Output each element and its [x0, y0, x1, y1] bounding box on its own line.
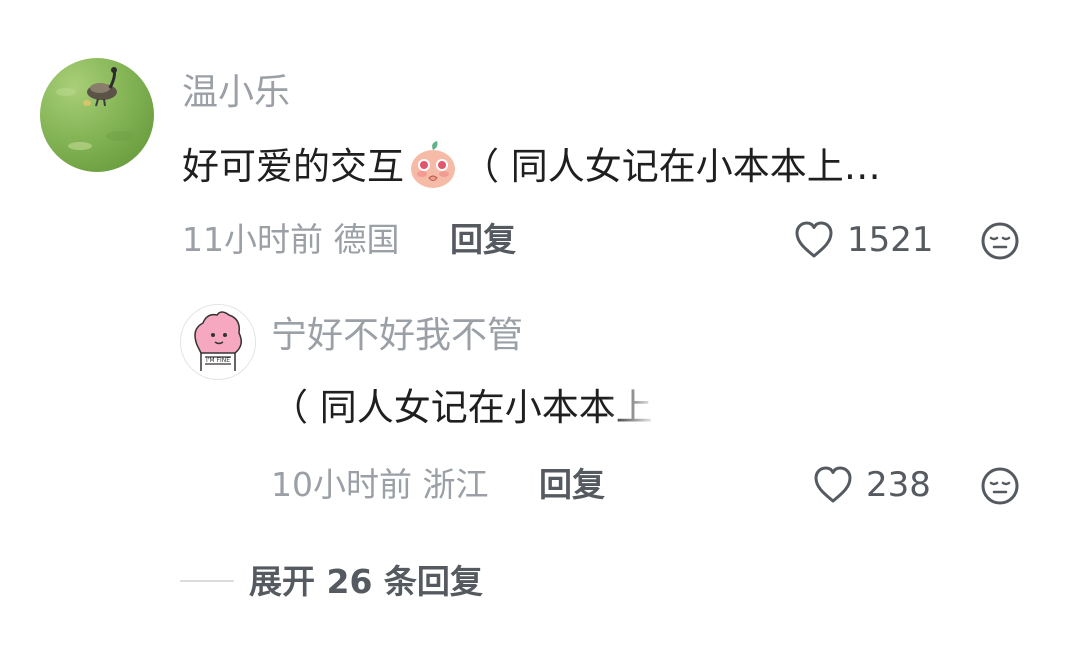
reply-dislike-face-icon[interactable]	[979, 465, 1021, 507]
reply-username[interactable]: 宁好不好我不管	[271, 316, 523, 356]
reply-like-heart-icon[interactable]	[812, 465, 854, 505]
reply-time: 10小时前	[271, 465, 412, 504]
reply-location: 浙江	[422, 465, 489, 504]
like-count: 1521	[847, 220, 934, 260]
expand-replies-button[interactable]: 展开 26 条回复	[249, 562, 483, 602]
peach-shy-emoji-icon	[408, 141, 458, 189]
comment-username[interactable]: 温小乐	[182, 73, 290, 113]
reply-avatar[interactable]: I'M FINE	[180, 304, 256, 380]
avatar[interactable]	[40, 58, 154, 172]
comment-text-part: 好可爱的交互	[182, 145, 404, 188]
comment-meta: 11小时前 德国	[182, 220, 400, 260]
comment-text-part: （ 同人女记在小本本上…	[462, 145, 881, 188]
reply-reply-button[interactable]: 回复	[539, 465, 605, 505]
expand-divider	[180, 580, 234, 582]
comment-text: 好可爱的交互 （ 同人女记在小本本上…	[182, 141, 881, 189]
comment-time: 11小时前	[182, 220, 323, 259]
pink-character-icon: I'M FINE	[194, 311, 242, 371]
like-heart-icon[interactable]	[793, 220, 835, 260]
dislike-face-icon[interactable]	[979, 220, 1021, 262]
comment-location: 德国	[333, 220, 400, 259]
avatar-caption: I'M FINE	[206, 357, 230, 364]
goose-photo	[56, 67, 134, 150]
reply-button[interactable]: 回复	[450, 220, 516, 260]
reply-text: （ 同人女记在小本本上	[271, 386, 653, 429]
reply-like-count: 238	[866, 465, 931, 505]
reply-meta: 10小时前 浙江	[271, 465, 489, 505]
